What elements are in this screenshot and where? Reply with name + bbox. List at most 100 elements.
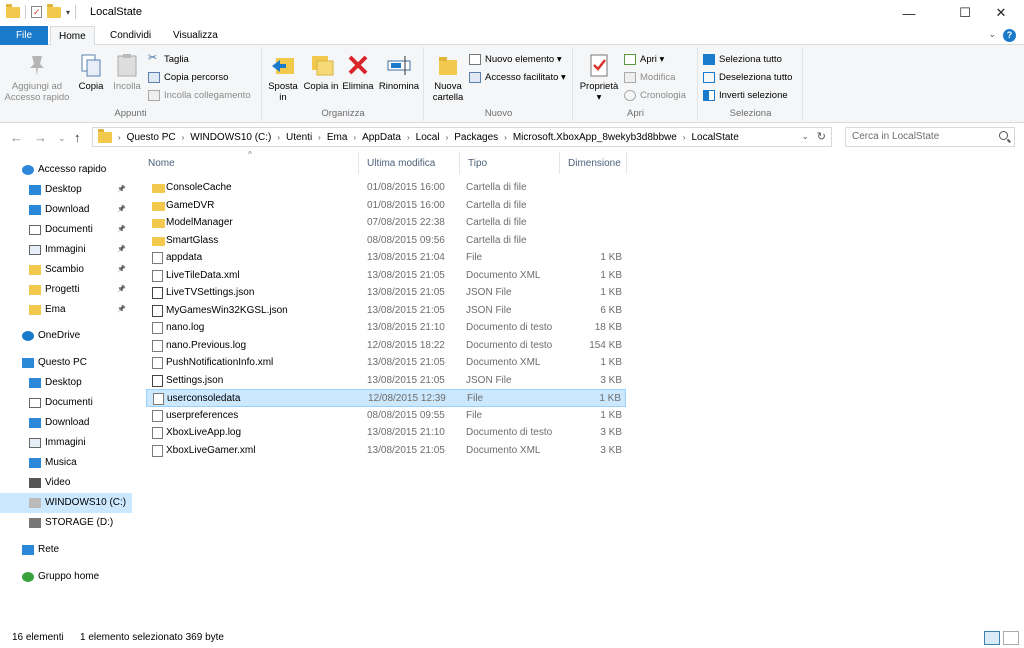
nav-item[interactable]: Documenti 📌 xyxy=(0,220,132,240)
pin-icon[interactable]: 📌 xyxy=(117,180,126,200)
expand-ribbon-icon[interactable]: ⌄ xyxy=(988,29,996,40)
breadcrumb-separator-icon[interactable]: › xyxy=(407,133,410,142)
nav-item[interactable]: Rete xyxy=(0,540,132,560)
breadcrumb-separator-icon[interactable]: › xyxy=(277,133,280,142)
new-item-button[interactable]: Nuovo elemento ▾ xyxy=(469,51,562,68)
nav-item[interactable]: Scambio 📌 xyxy=(0,260,132,280)
search-input[interactable]: Cerca in LocalState xyxy=(845,127,1015,147)
nav-item[interactable]: WINDOWS10 (C:) xyxy=(0,493,132,513)
breadcrumb-item[interactable]: Utenti xyxy=(286,132,312,143)
breadcrumb-separator-icon[interactable]: › xyxy=(504,133,507,142)
breadcrumb-item[interactable]: Microsoft.XboxApp_8wekyb3d8bbwe xyxy=(513,132,677,143)
pin-icon[interactable]: 📌 xyxy=(117,220,126,240)
breadcrumb-separator-icon[interactable]: › xyxy=(182,133,185,142)
file-row[interactable]: MyGamesWin32KGSL.json 13/08/2015 21:05 JSO… xyxy=(146,302,626,320)
breadcrumb-item[interactable]: Questo PC xyxy=(127,132,176,143)
file-row[interactable]: appdata 13/08/2015 21:04 File 1 KB xyxy=(146,249,626,267)
column-header-size[interactable]: Dimensione xyxy=(560,152,627,174)
nav-item[interactable]: Accesso rapido xyxy=(0,160,132,180)
file-row[interactable]: XboxLiveGamer.xml 13/08/2015 21:05 Documen… xyxy=(146,442,626,460)
paste-button[interactable]: Incolla xyxy=(110,50,144,92)
pin-icon[interactable]: 📌 xyxy=(117,200,126,220)
nav-item[interactable]: Ema 📌 xyxy=(0,300,132,320)
new-folder-button[interactable]: Nuova cartella xyxy=(429,50,467,103)
nav-item[interactable]: Immagini xyxy=(0,433,132,453)
tab-share[interactable]: Condividi xyxy=(102,26,159,45)
file-row[interactable]: PushNotificationInfo.xml 13/08/2015 21:05… xyxy=(146,354,626,372)
tab-view[interactable]: Visualizza xyxy=(165,26,226,45)
breadcrumb-item[interactable]: LocalState xyxy=(692,132,739,143)
breadcrumb-item[interactable]: Local xyxy=(416,132,440,143)
file-row[interactable]: LiveTileData.xml 13/08/2015 21:05 Document… xyxy=(146,267,626,285)
nav-item[interactable]: Desktop 📌 xyxy=(0,180,132,200)
breadcrumb-item[interactable]: WINDOWS10 (C:) xyxy=(190,132,271,143)
pin-icon[interactable]: 📌 xyxy=(117,300,126,320)
refresh-icon[interactable]: ↻ xyxy=(817,130,826,143)
large-icons-view-icon[interactable] xyxy=(1003,631,1019,645)
recent-dropdown-icon[interactable]: ⌄ xyxy=(58,133,66,144)
breadcrumb-separator-icon[interactable]: › xyxy=(353,133,356,142)
up-arrow-icon[interactable]: ↑ xyxy=(74,130,81,145)
nav-item[interactable]: Progetti 📌 xyxy=(0,280,132,300)
delete-button[interactable]: Elimina xyxy=(341,50,375,92)
forward-arrow-icon[interactable]: → xyxy=(34,130,47,145)
breadcrumb-separator-icon[interactable]: › xyxy=(318,133,321,142)
nav-item[interactable]: STORAGE (D:) xyxy=(0,513,132,533)
file-row[interactable]: GameDVR 01/08/2015 16:00 Cartella di file xyxy=(146,197,626,215)
history-button[interactable]: Cronologia xyxy=(624,87,686,104)
nav-item[interactable]: Immagini 📌 xyxy=(0,240,132,260)
rename-button[interactable]: Rinomina xyxy=(377,50,421,92)
move-to-button[interactable]: Sposta in xyxy=(265,50,301,103)
address-dropdown-icon[interactable]: ⌄ xyxy=(801,131,809,142)
column-header-modified[interactable]: Ultima modifica xyxy=(359,152,460,174)
breadcrumb-separator-icon[interactable]: › xyxy=(446,133,449,142)
properties-qat-icon[interactable]: ✓ xyxy=(31,6,42,18)
column-header-type[interactable]: Tipo xyxy=(460,152,560,174)
invert-selection-button[interactable]: Inverti selezione xyxy=(703,87,788,104)
file-row[interactable]: ModelManager 07/08/2015 22:38 Cartella di … xyxy=(146,214,626,232)
back-arrow-icon[interactable]: ← xyxy=(10,130,23,145)
nav-item[interactable]: Questo PC xyxy=(0,353,132,373)
copy-path-button[interactable]: Copia percorso xyxy=(148,69,228,86)
breadcrumb-item[interactable]: AppData xyxy=(362,132,401,143)
easy-access-button[interactable]: Accesso facilitato ▾ xyxy=(469,69,566,86)
nav-item[interactable]: Documenti xyxy=(0,393,132,413)
help-icon[interactable]: ? xyxy=(1003,29,1016,42)
minimize-button[interactable]: — xyxy=(886,0,932,26)
breadcrumb-item[interactable]: Packages xyxy=(454,132,498,143)
nav-item[interactable]: Gruppo home xyxy=(0,567,132,587)
file-row[interactable]: LiveTVSettings.json 13/08/2015 21:05 JSON … xyxy=(146,284,626,302)
file-row[interactable]: nano.log 13/08/2015 21:10 Documento di tes… xyxy=(146,319,626,337)
close-button[interactable]: ✕ xyxy=(978,0,1024,26)
pin-quick-access-button[interactable]: Aggiungi ad Accesso rapido xyxy=(4,50,70,103)
select-all-button[interactable]: Seleziona tutto xyxy=(703,51,782,68)
cut-button[interactable]: ✂ Taglia xyxy=(148,51,189,68)
nav-item[interactable]: Video xyxy=(0,473,132,493)
nav-item[interactable]: OneDrive xyxy=(0,326,132,346)
new-folder-qat-icon[interactable] xyxy=(47,3,61,18)
pin-icon[interactable]: 📌 xyxy=(117,280,126,300)
nav-item[interactable]: Download 📌 xyxy=(0,200,132,220)
pin-icon[interactable]: 📌 xyxy=(117,260,126,280)
breadcrumb-separator-icon[interactable]: › xyxy=(683,133,686,142)
details-view-icon[interactable] xyxy=(984,631,1000,645)
file-row[interactable]: userconsoledata 12/08/2015 12:39 File 1 KB xyxy=(146,389,626,407)
tab-file[interactable]: File xyxy=(0,26,48,45)
column-header-name[interactable]: Nome ^ xyxy=(140,150,359,174)
file-row[interactable]: Settings.json 13/08/2015 21:05 JSON File 3 … xyxy=(146,372,626,390)
tab-home[interactable]: Home xyxy=(50,26,95,46)
file-row[interactable]: ConsoleCache 01/08/2015 16:00 Cartella di … xyxy=(146,179,626,197)
open-button[interactable]: Apri ▾ xyxy=(624,51,664,68)
file-row[interactable]: XboxLiveApp.log 13/08/2015 21:10 Documento… xyxy=(146,424,626,442)
select-none-button[interactable]: Deseleziona tutto xyxy=(703,69,792,86)
copy-button[interactable]: Copia xyxy=(74,50,108,92)
edit-button[interactable]: Modifica xyxy=(624,69,675,86)
copy-to-button[interactable]: Copia in xyxy=(303,50,339,92)
nav-item[interactable]: Download xyxy=(0,413,132,433)
pin-icon[interactable]: 📌 xyxy=(117,240,126,260)
properties-button[interactable]: Proprietà ▾ xyxy=(576,50,622,103)
qat-dropdown-icon[interactable]: ▾ xyxy=(66,8,70,17)
file-row[interactable]: nano.Previous.log 12/08/2015 18:22 Documen… xyxy=(146,337,626,355)
address-bar[interactable]: › Questo PC › WINDOWS10 (C:) › Utenti › Ema › Ap… xyxy=(92,127,832,147)
file-row[interactable]: SmartGlass 08/08/2015 09:56 Cartella di fi… xyxy=(146,232,626,250)
